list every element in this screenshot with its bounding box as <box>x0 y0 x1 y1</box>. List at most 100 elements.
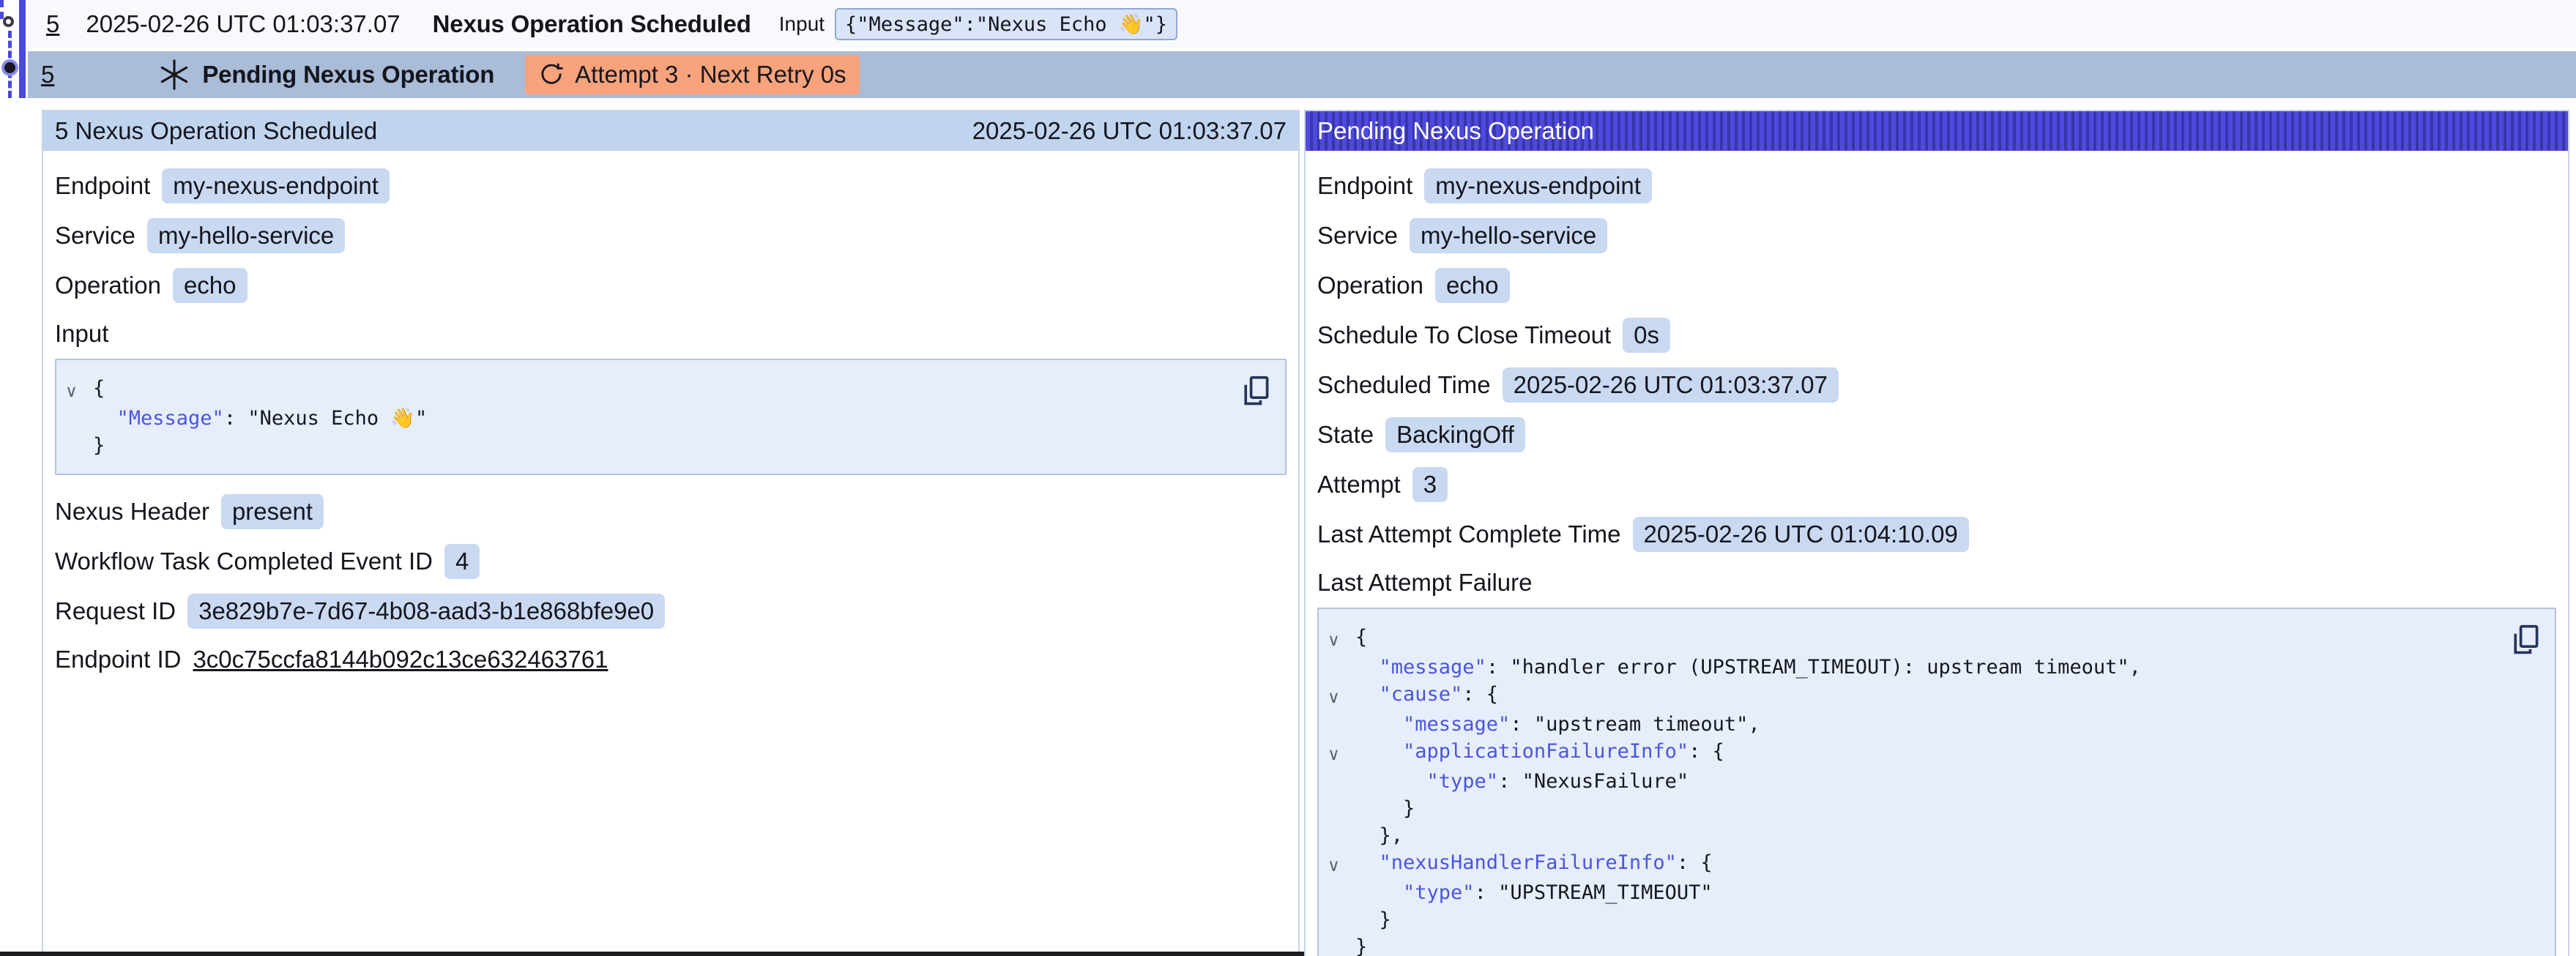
retry-icon <box>538 61 565 88</box>
event-detail-panel-scheduled: 5 Nexus Operation Scheduled 2025-02-26 U… <box>42 110 1300 956</box>
input-label: Input <box>779 12 824 36</box>
field-last-attempt-complete-time: Last Attempt Complete Time 2025-02-26 UT… <box>1317 517 2556 552</box>
input-json-block: ∨{"Message": "Nexus Echo 👋"} <box>55 359 1287 475</box>
field-label: Endpoint <box>1317 172 1412 200</box>
json-line-content: } <box>1355 933 1367 956</box>
field-label: Operation <box>1317 272 1423 299</box>
event-detail-panel-pending: Pending Nexus Operation Endpoint my-nexu… <box>1304 110 2569 956</box>
field-endpoint: Endpoint my-nexus-endpoint <box>1317 168 2556 203</box>
json-line: "message": "handler error (UPSTREAM_TIME… <box>1328 654 2496 681</box>
panel-body: Endpoint my-nexus-endpoint Service my-he… <box>1306 151 2568 956</box>
json-line: "message": "upstream timeout", <box>1328 711 2496 738</box>
panel-header-pending: Pending Nexus Operation <box>1306 111 2568 151</box>
field-schedule-to-close-timeout: Schedule To Close Timeout 0s <box>1317 318 2556 353</box>
event-row-nexus-operation-scheduled[interactable]: 5 2025-02-26 UTC 01:03:37.07 Nexus Opera… <box>28 0 2576 48</box>
pending-asterisk-icon <box>158 59 190 91</box>
event-id-link[interactable]: 5 <box>46 10 59 38</box>
event-title: Pending Nexus Operation <box>202 61 494 89</box>
chevron-gutter-spacer <box>1328 822 1355 849</box>
collapse-chevron-icon[interactable]: ∨ <box>1328 624 1355 654</box>
field-label: Service <box>55 222 135 250</box>
json-line-content: "Message": "Nexus Echo 👋" <box>93 405 427 432</box>
field-value-badge: my-nexus-endpoint <box>162 168 390 203</box>
field-value-badge: 0s <box>1623 318 1670 353</box>
copy-button[interactable] <box>2509 622 2542 657</box>
retry-status-badge: Attempt 3 · Next Retry 0s <box>525 55 859 94</box>
field-label: Endpoint <box>55 172 150 200</box>
field-workflow-task-completed-event-id: Workflow Task Completed Event ID 4 <box>55 544 1287 579</box>
field-value-badge: BackingOff <box>1385 417 1525 452</box>
field-value-badge: present <box>221 494 324 529</box>
json-line: ∨{ <box>1328 624 2496 654</box>
json-line-content: { <box>1355 624 1367 654</box>
json-line: ∨{ <box>65 375 1226 405</box>
panel-timestamp: 2025-02-26 UTC 01:03:37.07 <box>972 117 1287 145</box>
field-label: Schedule To Close Timeout <box>1317 321 1611 349</box>
field-endpoint: Endpoint my-nexus-endpoint <box>55 168 1287 203</box>
copy-icon <box>2509 622 2542 657</box>
json-line-content: "applicationFailureInfo": { <box>1355 738 1724 768</box>
field-label: Service <box>1317 222 1398 250</box>
json-line: ∨"cause": { <box>1328 681 2496 711</box>
field-value-badge: my-nexus-endpoint <box>1424 168 1652 203</box>
chevron-gutter-spacer <box>1328 768 1355 795</box>
chevron-gutter-spacer <box>1328 906 1355 933</box>
json-line-content: } <box>93 432 105 459</box>
panel-title: 5 Nexus Operation Scheduled <box>55 117 377 145</box>
endpoint-id-link[interactable]: 3c0c75ccfa8144b092c13ce632463761 <box>193 646 608 673</box>
collapse-chevron-icon[interactable]: ∨ <box>1328 738 1355 768</box>
json-line: "type": "NexusFailure" <box>1328 768 2496 795</box>
panel-title: Pending Nexus Operation <box>1317 117 1594 145</box>
field-label: Input <box>55 320 108 348</box>
field-scheduled-time: Scheduled Time 2025-02-26 UTC 01:03:37.0… <box>1317 367 2556 403</box>
field-value-badge: echo <box>1435 268 1510 303</box>
chevron-gutter-spacer <box>1328 711 1355 738</box>
event-row-pending-nexus-operation[interactable]: 5 Pending Nexus Operation Attempt 3 · Ne… <box>28 51 2576 98</box>
json-line-content: "message": "upstream timeout", <box>1355 711 1760 738</box>
timeline-continuation-dash <box>0 0 4 19</box>
field-label: Endpoint ID <box>55 646 181 673</box>
json-line: ∨"applicationFailureInfo": { <box>1328 738 2496 768</box>
json-line: "Message": "Nexus Echo 👋" <box>65 405 1226 432</box>
collapse-chevron-icon[interactable]: ∨ <box>65 375 93 405</box>
json-line-content: "type": "NexusFailure" <box>1355 768 1689 795</box>
field-request-id: Request ID 3e829b7e-7d67-4b08-aad3-b1e86… <box>55 594 1287 629</box>
field-attempt: Attempt 3 <box>1317 467 2556 502</box>
json-line: } <box>1328 933 2496 956</box>
json-line-content: "nexusHandlerFailureInfo": { <box>1355 849 1713 879</box>
json-line-content: { <box>93 375 105 405</box>
copy-button[interactable] <box>1240 373 1272 408</box>
chevron-gutter-spacer <box>1328 795 1355 822</box>
json-line: } <box>1328 795 2496 822</box>
event-timestamp: 2025-02-26 UTC 01:03:37.07 <box>86 10 400 38</box>
field-value-badge: 2025-02-26 UTC 01:04:10.09 <box>1633 517 1969 552</box>
json-line-content: }, <box>1355 822 1403 849</box>
field-operation: Operation echo <box>55 268 1287 303</box>
field-input: Input <box>55 318 1287 350</box>
chevron-gutter-spacer <box>1328 933 1355 956</box>
field-label: Scheduled Time <box>1317 371 1491 399</box>
timeline-node-filled-circle-icon <box>4 62 15 73</box>
retry-badge-label: Attempt 3 · Next Retry 0s <box>575 61 846 89</box>
field-value-badge: echo <box>173 268 247 303</box>
input-preview-chip: {"Message":"Nexus Echo 👋"} <box>835 8 1177 40</box>
json-line: "type": "UPSTREAM_TIMEOUT" <box>1328 879 2496 906</box>
field-label: Nexus Header <box>55 498 209 526</box>
timeline-node-open-circle-icon <box>3 16 14 27</box>
field-operation: Operation echo <box>1317 268 2556 303</box>
field-label: Operation <box>55 272 161 299</box>
field-nexus-header: Nexus Header present <box>55 494 1287 529</box>
json-line-content: } <box>1355 795 1415 822</box>
field-label: Last Attempt Failure <box>1317 569 1532 597</box>
field-label: Attempt <box>1317 471 1401 498</box>
collapse-chevron-icon[interactable]: ∨ <box>1328 681 1355 711</box>
copy-icon <box>1240 373 1272 408</box>
collapse-chevron-icon[interactable]: ∨ <box>1328 849 1355 879</box>
field-service: Service my-hello-service <box>1317 218 2556 253</box>
field-value-badge: my-hello-service <box>1410 218 1607 253</box>
event-id-link[interactable]: 5 <box>41 61 54 89</box>
field-value-badge: my-hello-service <box>147 218 345 253</box>
event-title: Nexus Operation Scheduled <box>433 10 751 38</box>
json-line-content: "cause": { <box>1355 681 1498 711</box>
window-bottom-edge <box>0 952 1304 956</box>
